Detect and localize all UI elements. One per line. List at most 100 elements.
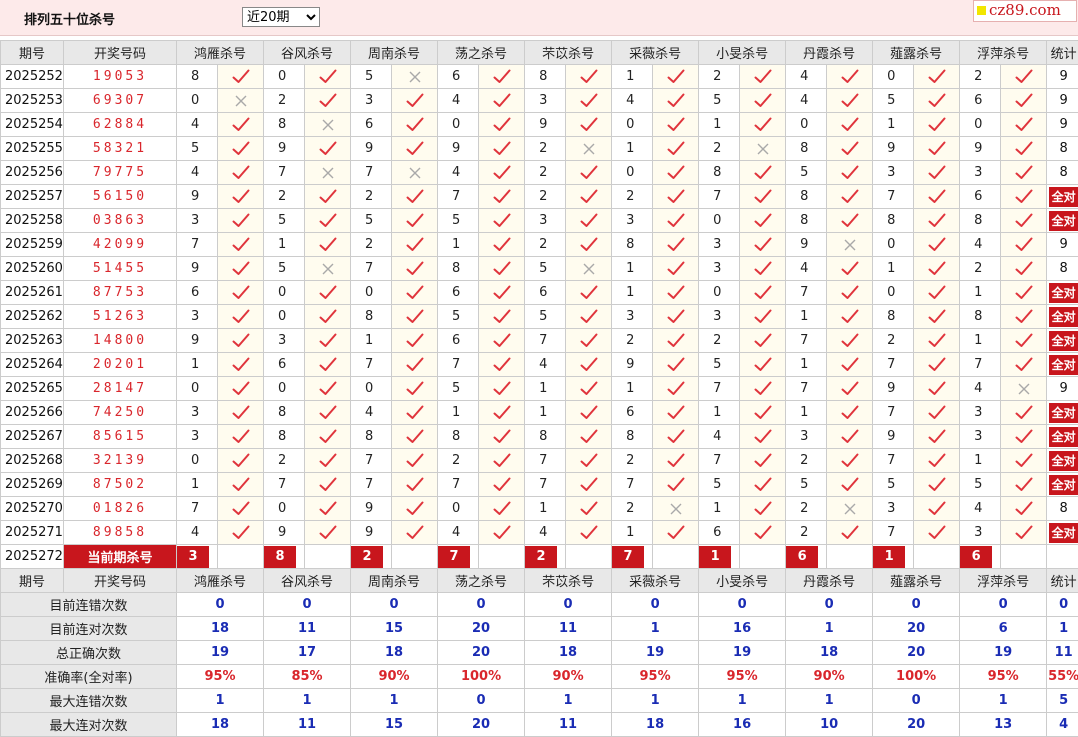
- period-cell: 2025270: [1, 497, 64, 521]
- kill-value-cell: 6: [351, 113, 392, 137]
- stat-cell: 全对: [1047, 425, 1078, 449]
- kill-value-cell: 1: [873, 257, 914, 281]
- kill-value-cell: 7: [873, 521, 914, 545]
- check-icon: [1015, 141, 1033, 156]
- check-icon: [667, 117, 685, 132]
- check-icon: [580, 405, 598, 420]
- period-range-select[interactable]: 近20期: [242, 7, 320, 27]
- cross-icon: [321, 118, 335, 132]
- result-mark-cell: [914, 257, 960, 281]
- result-mark-cell: [653, 233, 699, 257]
- result-mark-cell: [566, 137, 612, 161]
- check-icon: [493, 141, 511, 156]
- check-icon: [928, 309, 946, 324]
- check-icon: [928, 141, 946, 156]
- stats-label: 目前连对次数: [1, 617, 177, 641]
- result-mark-cell: [218, 521, 264, 545]
- check-icon: [580, 525, 598, 540]
- kill-value-cell: 3: [177, 425, 218, 449]
- check-icon: [928, 189, 946, 204]
- result-mark-cell: [392, 497, 438, 521]
- result-mark-cell: [479, 449, 525, 473]
- stats-label: 最大连错次数: [1, 689, 177, 713]
- stats-row: 目前连对次数181115201111612061: [1, 617, 1078, 641]
- stats-value: 11: [525, 617, 612, 641]
- header-expert: 小旻杀号: [699, 41, 786, 65]
- kill-value-cell: 9: [177, 257, 218, 281]
- check-icon: [754, 117, 772, 132]
- current-kill-value: 1: [699, 546, 731, 568]
- result-mark-cell: [653, 257, 699, 281]
- stats-value: 0: [525, 593, 612, 617]
- result-mark-cell: [392, 425, 438, 449]
- result-mark-cell: [218, 353, 264, 377]
- result-mark-cell: [479, 65, 525, 89]
- header-row: 期号开奖号码鸿雁杀号谷风杀号周南杀号荡之杀号芣苡杀号采薇杀号小旻杀号丹霞杀号薤露…: [1, 41, 1078, 65]
- check-icon: [493, 477, 511, 492]
- stats-value: 0: [873, 689, 960, 713]
- check-icon: [928, 117, 946, 132]
- check-icon: [667, 213, 685, 228]
- check-icon: [319, 309, 337, 324]
- result-mark-cell: [914, 401, 960, 425]
- header-expert: 浮萍杀号: [960, 41, 1047, 65]
- stats-value: 16: [699, 617, 786, 641]
- kill-value-cell: 5: [699, 89, 740, 113]
- result-mark-cell: [827, 257, 873, 281]
- check-icon: [406, 525, 424, 540]
- result-mark-cell: [218, 473, 264, 497]
- stats-value: 0: [699, 593, 786, 617]
- result-mark-cell: [827, 377, 873, 401]
- result-mark-cell: [653, 281, 699, 305]
- kill-value-cell: 0: [960, 113, 1001, 137]
- cross-icon: [234, 94, 248, 108]
- draw-number-cell: 58321: [64, 137, 177, 161]
- check-icon: [1015, 189, 1033, 204]
- site-logo[interactable]: cz89.com: [973, 0, 1077, 22]
- kill-value-cell: 0: [264, 497, 305, 521]
- check-icon: [493, 93, 511, 108]
- header-expert: 采薇杀号: [612, 41, 699, 65]
- result-mark-cell: [827, 401, 873, 425]
- result-mark-cell: [479, 425, 525, 449]
- kill-value-cell: 1: [612, 137, 653, 161]
- result-mark-cell: [305, 233, 351, 257]
- kill-value-cell: 7: [177, 233, 218, 257]
- header-expert: 薤露杀号: [873, 41, 960, 65]
- stat-cell: 9: [1047, 233, 1078, 257]
- result-mark-cell: [740, 89, 786, 113]
- kill-value-cell: 7: [612, 473, 653, 497]
- result-mark-cell: [392, 257, 438, 281]
- stats-row: 最大连错次数11101111015: [1, 689, 1078, 713]
- kill-value-cell: 2: [786, 521, 827, 545]
- stats-value: 16: [699, 713, 786, 737]
- check-icon: [841, 357, 859, 372]
- check-icon: [406, 453, 424, 468]
- result-mark-cell: [305, 65, 351, 89]
- result-mark-cell: [305, 449, 351, 473]
- check-icon: [754, 165, 772, 180]
- check-icon: [493, 69, 511, 84]
- table-row: 2025262512633085533188全对: [1, 305, 1078, 329]
- kill-value-cell: 5: [351, 65, 392, 89]
- result-mark-cell: [218, 449, 264, 473]
- result-mark-cell: [740, 329, 786, 353]
- kill-value-cell: 6: [177, 281, 218, 305]
- current-kill-cell: 1: [873, 545, 914, 569]
- kill-value-cell: 0: [612, 161, 653, 185]
- result-mark-cell: [1001, 305, 1047, 329]
- check-icon: [928, 213, 946, 228]
- current-empty-cell: [305, 545, 351, 569]
- check-icon: [1015, 357, 1033, 372]
- check-icon: [841, 285, 859, 300]
- stat-cell: 全对: [1047, 329, 1078, 353]
- result-mark-cell: [305, 425, 351, 449]
- period-cell: 2025266: [1, 401, 64, 425]
- draw-number-cell: 51455: [64, 257, 177, 281]
- result-mark-cell: [566, 401, 612, 425]
- check-icon: [754, 405, 772, 420]
- kill-value-cell: 2: [612, 185, 653, 209]
- check-icon: [319, 141, 337, 156]
- check-icon: [493, 189, 511, 204]
- result-mark-cell: [392, 401, 438, 425]
